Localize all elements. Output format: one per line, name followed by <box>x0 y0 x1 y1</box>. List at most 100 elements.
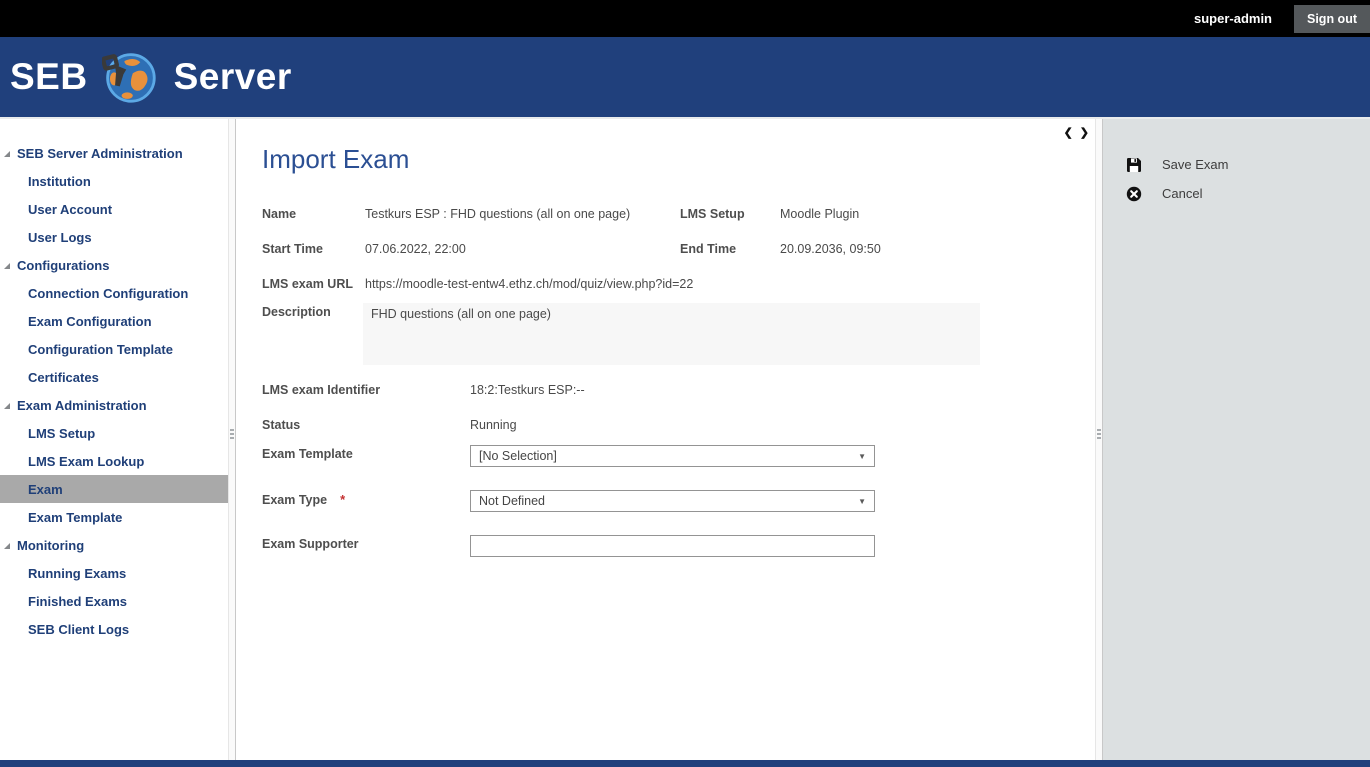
sidebar-item-user-account[interactable]: User Account <box>0 195 228 223</box>
form-row-description: Description FHD questions (all on one pa… <box>262 303 1095 365</box>
sidebar-item-label: Exam Configuration <box>28 314 152 329</box>
lms-setup-value: Moodle Plugin <box>780 205 1095 221</box>
page-title: Import Exam <box>262 144 1095 175</box>
left-splitter[interactable] <box>228 119 236 760</box>
current-user-label: super-admin <box>1194 11 1272 26</box>
form-row-name: Name Testkurs ESP : FHD questions (all o… <box>262 205 1095 221</box>
form-row-time: Start Time 07.06.2022, 22:00 End Time 20… <box>262 240 1095 256</box>
sidebar-item-exam[interactable]: Exam <box>0 475 228 503</box>
exam-supporter-input[interactable] <box>470 535 875 557</box>
save-exam-button[interactable]: Save Exam <box>1103 156 1370 173</box>
sidebar-item-exam-configuration[interactable]: Exam Configuration <box>0 307 228 335</box>
sidebar-nav: SEB Server Administration Institution User… <box>0 119 228 760</box>
lms-setup-label: LMS Setup <box>680 205 780 221</box>
exam-template-select[interactable]: [No Selection] ▼ <box>470 445 875 467</box>
cancel-icon <box>1126 186 1142 202</box>
import-exam-form: Name Testkurs ESP : FHD questions (all o… <box>262 205 1095 557</box>
cancel-label: Cancel <box>1162 186 1202 201</box>
splitter-grip-icon[interactable] <box>230 429 234 439</box>
lms-exam-url-label: LMS exam URL <box>262 275 365 291</box>
sidebar-item-label: SEB Server Administration <box>17 146 183 161</box>
seb-globe-logo-icon <box>102 49 158 105</box>
exam-type-selected-value: Not Defined <box>479 494 545 508</box>
sidebar-item-exam-template[interactable]: Exam Template <box>0 503 228 531</box>
sidebar-item-label: Certificates <box>28 370 99 385</box>
sidebar-item-monitoring[interactable]: Monitoring <box>0 531 228 559</box>
footer-bar <box>0 760 1370 767</box>
right-splitter[interactable] <box>1095 119 1103 760</box>
start-time-value: 07.06.2022, 22:00 <box>365 240 680 256</box>
sidebar-item-label: Exam Administration <box>17 398 147 413</box>
sidebar-item-configurations[interactable]: Configurations <box>0 251 228 279</box>
sidebar-item-finished-exams[interactable]: Finished Exams <box>0 587 228 615</box>
sidebar-item-seb-client-logs[interactable]: SEB Client Logs <box>0 615 228 643</box>
sidebar-item-lms-setup[interactable]: LMS Setup <box>0 419 228 447</box>
sidebar-item-label: Monitoring <box>17 538 84 553</box>
tree-expand-icon[interactable] <box>4 151 10 157</box>
splitter-grip-icon[interactable] <box>1097 429 1101 439</box>
sidebar-item-exam-administration[interactable]: Exam Administration <box>0 391 228 419</box>
status-label: Status <box>262 416 470 432</box>
sidebar-item-label: Exam <box>28 482 63 497</box>
exam-type-select[interactable]: Not Defined ▼ <box>470 490 875 512</box>
form-row-status: Status Running <box>262 416 1095 432</box>
sidebar-item-label: Finished Exams <box>28 594 127 609</box>
collapse-left-icon[interactable]: ❮ <box>1064 126 1073 139</box>
sidebar-item-connection-configuration[interactable]: Connection Configuration <box>0 279 228 307</box>
tree-expand-icon[interactable] <box>4 543 10 549</box>
sidebar-item-label: User Logs <box>28 230 92 245</box>
sidebar-item-label: Connection Configuration <box>28 286 188 301</box>
form-row-exam-template: Exam Template [No Selection] ▼ <box>262 445 1095 467</box>
app-header: SEB Server <box>0 37 1370 117</box>
sidebar-item-label: Institution <box>28 174 91 189</box>
sidebar-item-label: Running Exams <box>28 566 126 581</box>
brand-server-label: Server <box>174 56 292 98</box>
sidebar-item-user-logs[interactable]: User Logs <box>0 223 228 251</box>
sidebar-item-running-exams[interactable]: Running Exams <box>0 559 228 587</box>
sidebar-item-label: LMS Exam Lookup <box>28 454 144 469</box>
main-layout: SEB Server Administration Institution User… <box>0 117 1370 760</box>
sidebar-item-institution[interactable]: Institution <box>0 167 228 195</box>
sidebar-item-label: LMS Setup <box>28 426 95 441</box>
topbar: super-admin Sign out <box>0 0 1370 37</box>
collapse-right-icon[interactable]: ❯ <box>1080 126 1089 139</box>
name-value: Testkurs ESP : FHD questions (all on one… <box>365 205 680 221</box>
sidebar-item-lms-exam-lookup[interactable]: LMS Exam Lookup <box>0 447 228 475</box>
sidebar-item-label: Exam Template <box>28 510 122 525</box>
sidebar-item-seb-server-administration[interactable]: SEB Server Administration <box>0 139 228 167</box>
exam-template-label: Exam Template <box>262 445 470 461</box>
exam-template-selected-value: [No Selection] <box>479 449 557 463</box>
form-row-exam-supporter: Exam Supporter <box>262 535 1095 557</box>
sidebar-item-label: User Account <box>28 202 112 217</box>
status-value: Running <box>470 416 1095 432</box>
content-area: ❮ ❯ Import Exam Name Testkurs ESP : FHD … <box>236 119 1095 760</box>
description-value-box: FHD questions (all on one page) <box>363 303 980 365</box>
chevron-down-icon: ▼ <box>858 497 866 506</box>
cancel-button[interactable]: Cancel <box>1103 185 1370 202</box>
sidebar-item-configuration-template[interactable]: Configuration Template <box>0 335 228 363</box>
exam-supporter-label: Exam Supporter <box>262 535 470 551</box>
name-label: Name <box>262 205 365 221</box>
lms-exam-url-value: https://moodle-test-entw4.ethz.ch/mod/qu… <box>365 275 1095 291</box>
sign-out-button[interactable]: Sign out <box>1294 5 1370 33</box>
form-row-url: LMS exam URL https://moodle-test-entw4.e… <box>262 275 1095 291</box>
brand-seb-label: SEB <box>10 56 88 98</box>
tree-expand-icon[interactable] <box>4 403 10 409</box>
required-asterisk: * <box>340 492 345 507</box>
form-row-exam-type: Exam Type* Not Defined ▼ <box>262 490 1095 512</box>
sidebar-item-certificates[interactable]: Certificates <box>0 363 228 391</box>
description-label: Description <box>262 303 363 319</box>
end-time-label: End Time <box>680 240 780 256</box>
lms-exam-identifier-label: LMS exam Identifier <box>262 381 470 397</box>
lms-exam-identifier-value: 18:2:Testkurs ESP:-- <box>470 381 1095 397</box>
action-pane: Save Exam Cancel <box>1103 119 1370 760</box>
tree-expand-icon[interactable] <box>4 263 10 269</box>
pane-collapse-controls: ❮ ❯ <box>1064 126 1089 139</box>
chevron-down-icon: ▼ <box>858 452 866 461</box>
save-exam-label: Save Exam <box>1162 157 1228 172</box>
sidebar-item-label: Configuration Template <box>28 342 173 357</box>
sidebar-item-label: Configurations <box>17 258 109 273</box>
sidebar-item-label: SEB Client Logs <box>28 622 129 637</box>
form-row-identifier: LMS exam Identifier 18:2:Testkurs ESP:-- <box>262 381 1095 397</box>
exam-type-label: Exam Type* <box>262 490 470 507</box>
